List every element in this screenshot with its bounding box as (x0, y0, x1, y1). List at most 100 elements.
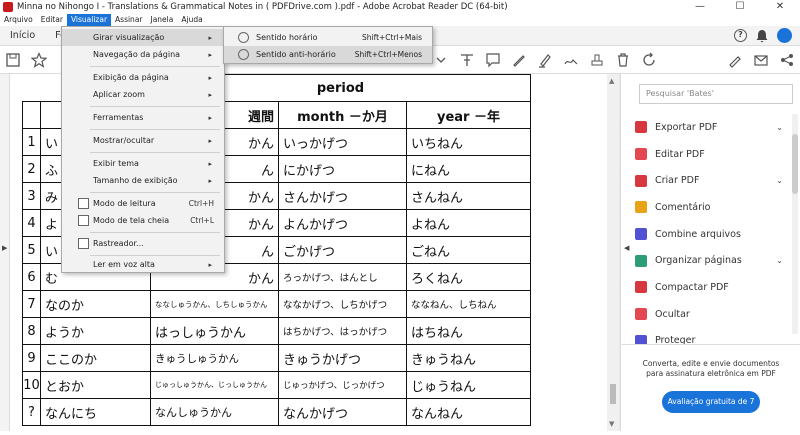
rotate-submenu: Sentido horário Shift+Ctrl+Mais Sentido a… (223, 26, 433, 64)
bell-icon[interactable] (755, 29, 769, 43)
comment-icon[interactable] (485, 52, 501, 68)
pen-icon[interactable] (511, 52, 527, 68)
fill-sign-icon[interactable] (727, 52, 743, 68)
tool-redact[interactable]: Ocultar (635, 301, 783, 328)
chevron-right-icon: ▸ (208, 113, 212, 122)
table-row: 7 なのか ななしゅうかん、しちしゅうかん ななかげつ、しちかげつ ななねん、し… (22, 290, 531, 318)
title-bar: Minna no Nihongo I - Translations & Gram… (0, 0, 800, 14)
chevron-down-icon[interactable] (433, 52, 449, 68)
menu-editar[interactable]: Editar (37, 14, 67, 26)
compress-pdf-icon (635, 281, 647, 294)
chevron-right-icon: ▸ (208, 260, 212, 269)
menu-separator (90, 106, 220, 107)
panel-scroll-thumb[interactable] (792, 134, 798, 194)
chevron-right-icon: ▸ (208, 176, 212, 185)
menu-item-rotate-counterclockwise[interactable]: Sentido anti-horário Shift+Ctrl+Menos (224, 46, 432, 63)
panel-scrollbar[interactable] (792, 114, 798, 334)
stamp-icon[interactable] (589, 52, 605, 68)
menu-item-page-navigation[interactable]: Navegação da página ▸ (62, 46, 224, 63)
tool-organize-pages[interactable]: Organizar páginas ⌄ (635, 247, 783, 274)
chevron-right-icon: ▸ (208, 33, 212, 42)
tool-comment[interactable]: Comentário (635, 194, 783, 221)
menu-item-display-size[interactable]: Tamanho de exibição ▸ (62, 172, 224, 189)
left-panel-toggle[interactable]: ▶ (0, 74, 10, 431)
document-scrollbar[interactable]: ▲ ▼ (607, 74, 619, 431)
chevron-right-icon: ▸ (208, 90, 212, 99)
menu-item-rotate-clockwise[interactable]: Sentido horário Shift+Ctrl+Mais (224, 29, 432, 46)
menu-visualizar[interactable]: Visualizar (66, 14, 112, 26)
menu-item-page-display[interactable]: Exibição da página ▸ (62, 69, 224, 86)
menu-item-rotate-view[interactable]: Girar visualização ▸ (62, 29, 224, 46)
tab-home[interactable]: Início (0, 26, 45, 46)
acrobat-icon (3, 2, 13, 12)
collapse-panel-icon[interactable]: ◀ (624, 244, 629, 252)
menu-assinar[interactable]: Assinar (111, 14, 146, 26)
column-header-year: year －年 (406, 101, 531, 129)
avatar[interactable] (777, 28, 792, 43)
menu-separator (90, 66, 220, 67)
comment-icon (635, 201, 647, 214)
edit-pdf-icon (635, 148, 647, 161)
tool-create-pdf[interactable]: Criar PDF ⌄ (635, 167, 783, 194)
menu-item-display-theme[interactable]: Exibir tema ▸ (62, 155, 224, 172)
table-row: ? なんにち なんしゅうかん なんかげつ なんねん (22, 398, 531, 426)
tool-compress-pdf[interactable]: Compactar PDF (635, 274, 783, 301)
highlight-icon[interactable] (537, 52, 553, 68)
menu-item-zoom[interactable]: Aplicar zoom ▸ (62, 86, 224, 103)
save-icon[interactable] (5, 52, 21, 68)
rotate-clockwise-icon (238, 32, 249, 43)
expand-left-icon[interactable]: ▶ (2, 244, 7, 252)
sign-icon[interactable] (563, 52, 579, 68)
menu-separator (90, 192, 220, 193)
menu-item-show-hide[interactable]: Mostrar/ocultar ▸ (62, 132, 224, 149)
scroll-thumb[interactable] (610, 384, 616, 404)
share-icon[interactable] (779, 52, 795, 68)
export-pdf-icon (635, 121, 647, 134)
menu-ajuda[interactable]: Ajuda (177, 14, 206, 26)
menu-separator (90, 152, 220, 153)
star-icon[interactable] (31, 52, 47, 68)
chevron-right-icon: ▸ (208, 50, 212, 59)
promo-text: Converta, edite e envie documentos para … (642, 359, 780, 378)
column-header-month: month －か月 (278, 101, 407, 129)
tools-panel: ◀ Pesquisar 'Bates' Exportar PDF ⌄ Editar… (620, 74, 800, 431)
tracker-icon (78, 238, 89, 249)
chevron-down-icon[interactable]: ⌄ (776, 256, 783, 265)
table-row: 8 ようか はっしゅうかん はちかげつ、はっかげつ はちねん (22, 317, 531, 345)
chevron-right-icon: ▸ (208, 136, 212, 145)
menu-item-tools[interactable]: Ferramentas ▸ (62, 109, 224, 126)
measure-icon[interactable] (459, 52, 475, 68)
table-row: 10 とおか じゅっしゅうかん、じっしゅうかん じゅっかげつ、じっかげつ じゅう… (22, 371, 531, 399)
scroll-up-icon[interactable]: ▲ (609, 77, 614, 85)
reading-mode-icon (78, 198, 89, 209)
view-menu: Girar visualização ▸ Navegação da página ▸… (61, 26, 225, 273)
combine-files-icon (635, 228, 647, 241)
table-row: 9 ここのか きゅうしゅうかん きゅうかげつ きゅうねん (22, 344, 531, 372)
redact-icon (635, 308, 647, 321)
tools-list: Exportar PDF ⌄ Editar PDF Criar PDF ⌄ Come… (635, 114, 783, 354)
help-icon[interactable]: ? (734, 29, 747, 42)
tool-edit-pdf[interactable]: Editar PDF (635, 141, 783, 168)
minimize-button[interactable]: — (680, 0, 720, 14)
close-button[interactable]: ✕ (760, 0, 800, 14)
mail-icon[interactable] (753, 52, 769, 68)
rotate-icon[interactable] (641, 52, 657, 68)
free-trial-button[interactable]: Avaliação gratuita de 7 dias (662, 391, 760, 428)
menu-separator (90, 129, 220, 130)
menu-item-tracker[interactable]: Rastreador... (62, 235, 224, 252)
tool-combine-files[interactable]: Combine arquivos (635, 221, 783, 248)
rotate-counterclockwise-icon (238, 49, 249, 60)
menu-janela[interactable]: Janela (147, 14, 178, 26)
menu-item-reading-mode[interactable]: Modo de leitura Ctrl+H (62, 195, 224, 212)
menu-item-read-aloud[interactable]: Ler em voz alta ▸ (62, 256, 224, 273)
scroll-down-icon[interactable]: ▼ (609, 420, 614, 428)
menu-arquivo[interactable]: Arquivo (0, 14, 37, 26)
search-input[interactable]: Pesquisar 'Bates' (639, 84, 793, 104)
tool-export-pdf[interactable]: Exportar PDF ⌄ (635, 114, 783, 141)
promo-box: Converta, edite e envie documentos para … (621, 344, 800, 431)
trash-icon[interactable] (615, 52, 631, 68)
maximize-button[interactable]: ☐ (720, 0, 760, 14)
chevron-down-icon[interactable]: ⌄ (776, 176, 783, 185)
menu-item-full-screen[interactable]: Modo de tela cheia Ctrl+L (62, 212, 224, 229)
chevron-down-icon[interactable]: ⌄ (776, 123, 783, 132)
